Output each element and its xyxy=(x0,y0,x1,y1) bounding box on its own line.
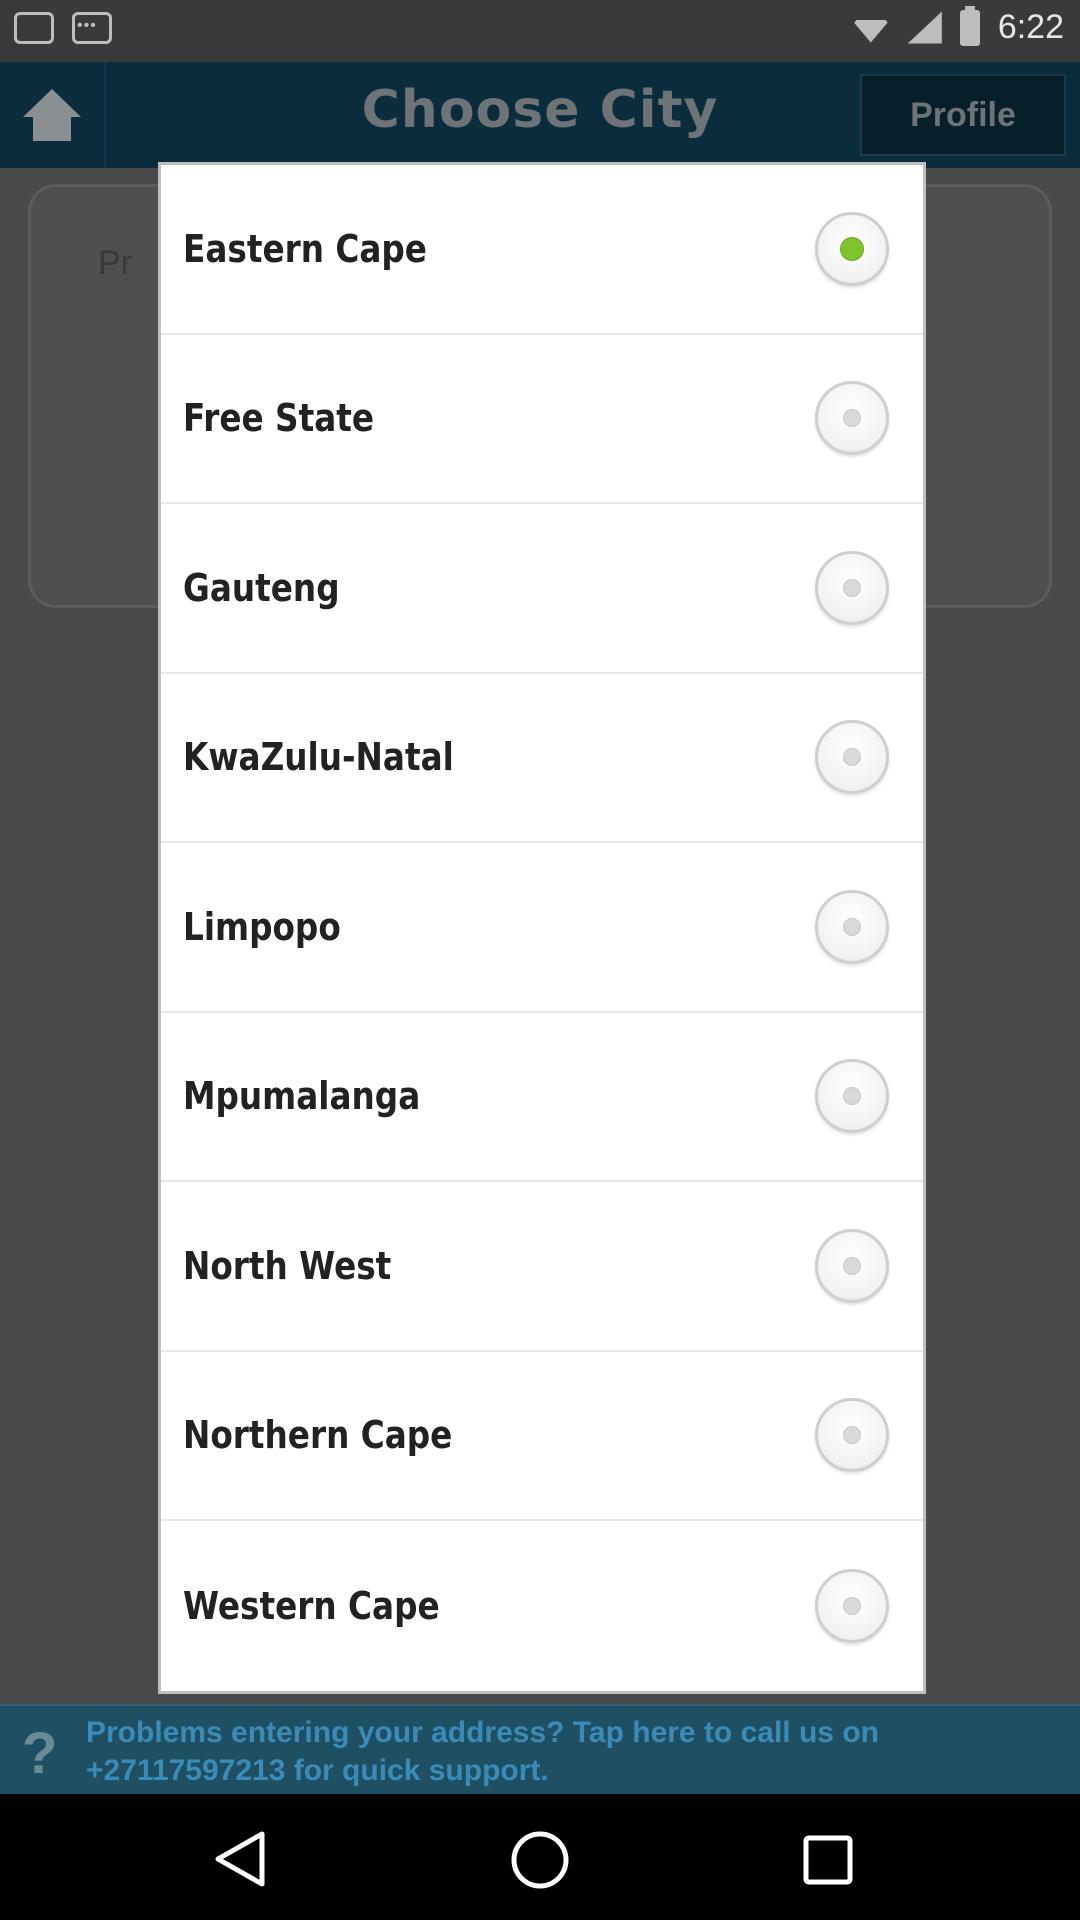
question-icon: ? xyxy=(22,1721,58,1786)
option-eastern-cape[interactable]: Eastern Cape xyxy=(161,165,923,335)
wifi-icon xyxy=(851,20,890,43)
radio-button[interactable] xyxy=(815,1059,889,1134)
option-label: KwaZulu-Natal xyxy=(183,735,454,780)
option-label: Limpopo xyxy=(183,904,341,949)
radio-button[interactable] xyxy=(815,1398,889,1473)
status-time: 6:22 xyxy=(997,8,1064,46)
radio-button[interactable] xyxy=(815,889,889,964)
notification-box-icon xyxy=(14,12,54,44)
radio-button-selected[interactable] xyxy=(815,211,889,286)
radio-button[interactable] xyxy=(815,1228,889,1303)
option-label: North West xyxy=(183,1243,392,1288)
app-bar: Choose City Profile xyxy=(0,62,1080,168)
radio-button[interactable] xyxy=(815,381,889,456)
option-free-state[interactable]: Free State xyxy=(161,335,923,504)
battery-icon xyxy=(959,5,980,46)
support-bar[interactable]: ? Problems entering your address? Tap he… xyxy=(0,1704,1080,1794)
more-dots-icon xyxy=(72,12,112,44)
option-label: Eastern Cape xyxy=(183,226,427,271)
back-icon[interactable] xyxy=(212,1830,268,1888)
choose-province-dialog: Eastern Cape Free State Gauteng KwaZulu-… xyxy=(158,162,926,1694)
option-gauteng[interactable]: Gauteng xyxy=(161,504,923,674)
option-western-cape[interactable]: Western Cape xyxy=(161,1521,923,1691)
option-mpumalanga[interactable]: Mpumalanga xyxy=(161,1013,923,1182)
navigation-bar xyxy=(0,1794,1080,1920)
radio-button[interactable] xyxy=(815,720,889,795)
profile-button[interactable]: Profile xyxy=(860,74,1066,156)
option-label: Northern Cape xyxy=(183,1413,453,1458)
radio-button[interactable] xyxy=(815,550,889,625)
option-label: Free State xyxy=(183,396,375,441)
option-kwazulu-natal[interactable]: KwaZulu-Natal xyxy=(161,674,923,843)
status-bar: 6:22 xyxy=(0,0,1080,62)
home-circle-icon[interactable] xyxy=(510,1830,570,1890)
page-title: Choose City xyxy=(361,80,719,140)
recents-icon[interactable] xyxy=(802,1834,854,1886)
option-label: Mpumalanga xyxy=(183,1074,421,1119)
option-north-west[interactable]: North West xyxy=(161,1182,923,1352)
home-icon xyxy=(23,89,81,141)
background-card-text: Pr xyxy=(98,244,132,282)
radio-button[interactable] xyxy=(815,1568,889,1643)
option-limpopo[interactable]: Limpopo xyxy=(161,843,923,1013)
home-button[interactable] xyxy=(0,62,106,168)
signal-icon xyxy=(907,11,942,44)
support-text[interactable]: Problems entering your address? Tap here… xyxy=(86,1714,1066,1790)
option-northern-cape[interactable]: Northern Cape xyxy=(161,1352,923,1521)
option-label: Western Cape xyxy=(183,1583,440,1628)
option-label: Gauteng xyxy=(183,565,340,610)
